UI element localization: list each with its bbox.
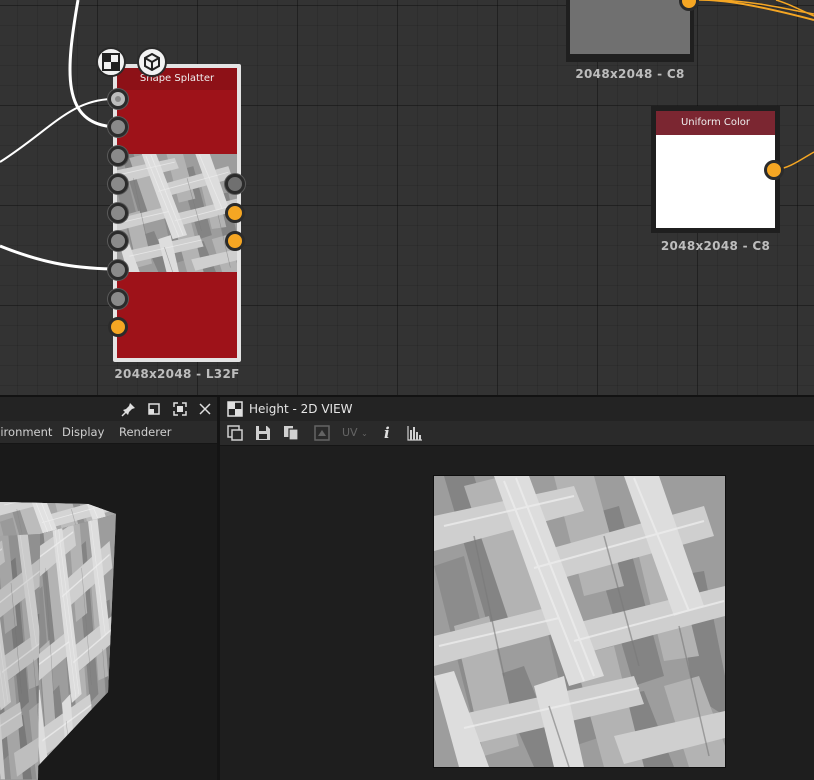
uv-label: UV bbox=[342, 426, 358, 439]
input-port[interactable] bbox=[108, 289, 128, 309]
maximize-icon[interactable] bbox=[172, 401, 188, 417]
2d-view-title: Height - 2D VIEW bbox=[249, 402, 353, 416]
wire-white bbox=[0, 244, 113, 271]
input-port[interactable] bbox=[108, 174, 128, 194]
3d-view-tabbar bbox=[0, 397, 217, 421]
checker-icon bbox=[227, 401, 243, 417]
input-port[interactable] bbox=[108, 89, 128, 109]
shape-splatter-body: Shape Splatter bbox=[117, 68, 237, 358]
gray-node[interactable] bbox=[566, 0, 694, 62]
cube-glyph bbox=[144, 53, 160, 71]
uv-dropdown[interactable]: UV ⌄ bbox=[342, 422, 368, 444]
3d-cube-preview bbox=[0, 502, 116, 780]
node-graph[interactable]: 2048x2048 - C8 Uniform Color 2048x2048 -… bbox=[0, 0, 814, 395]
chevron-down-icon: ⌄ bbox=[361, 429, 368, 438]
cube-icon[interactable] bbox=[137, 47, 167, 77]
input-port[interactable] bbox=[108, 231, 128, 251]
uniform-color-resolution: 2048x2048 - C8 bbox=[660, 239, 771, 253]
menu-environment[interactable]: Environment bbox=[0, 421, 52, 443]
gray-node-thumbnail bbox=[570, 0, 690, 54]
uniform-color-title: Uniform Color bbox=[656, 111, 775, 135]
close-icon[interactable] bbox=[197, 401, 213, 417]
output-port[interactable] bbox=[225, 203, 245, 223]
uniform-color-output-port[interactable] bbox=[764, 160, 784, 180]
info-icon[interactable]: i bbox=[384, 422, 390, 444]
wire-white bbox=[0, 98, 113, 163]
output-port[interactable] bbox=[225, 174, 245, 194]
uniform-color-node[interactable]: Uniform Color bbox=[651, 106, 780, 233]
menu-display[interactable]: Display bbox=[62, 421, 104, 443]
shape-splatter-title: Shape Splatter bbox=[117, 68, 237, 90]
fit-view-icon[interactable] bbox=[227, 425, 243, 441]
3d-view-menubar: Environment Display Renderer bbox=[0, 421, 217, 444]
gray-node-resolution: 2048x2048 - C8 bbox=[575, 67, 685, 81]
input-port[interactable] bbox=[108, 260, 128, 280]
shape-splatter-node[interactable]: Shape Splatter bbox=[113, 64, 241, 362]
tile-icon[interactable] bbox=[314, 425, 330, 441]
2d-view-toolbar: UV ⌄ i bbox=[220, 421, 814, 446]
input-port[interactable] bbox=[108, 146, 128, 166]
histogram-icon[interactable] bbox=[407, 425, 423, 441]
2d-view-panel: Height - 2D VIEW UV ⌄ i bbox=[220, 397, 814, 780]
input-port[interactable] bbox=[108, 203, 128, 223]
shape-splatter-resolution: 2048x2048 - L32F bbox=[114, 367, 240, 381]
checker-glyph bbox=[102, 53, 120, 71]
float-icon[interactable] bbox=[146, 401, 162, 417]
pin-icon[interactable] bbox=[121, 401, 137, 417]
input-port-color[interactable] bbox=[108, 317, 128, 337]
uniform-color-thumbnail bbox=[656, 135, 775, 228]
output-port[interactable] bbox=[225, 231, 245, 251]
checker-icon[interactable] bbox=[96, 47, 126, 77]
copy-icon[interactable] bbox=[283, 425, 299, 441]
save-icon[interactable] bbox=[255, 425, 271, 441]
2d-view-tabbar: Height - 2D VIEW bbox=[220, 397, 814, 421]
menu-renderer[interactable]: Renderer bbox=[119, 421, 172, 443]
input-port[interactable] bbox=[108, 117, 128, 137]
2d-viewport[interactable] bbox=[220, 446, 814, 780]
3d-view-panel: Environment Display Renderer bbox=[0, 397, 217, 780]
shape-splatter-thumbnail bbox=[117, 154, 237, 272]
3d-viewport[interactable] bbox=[0, 444, 217, 780]
height-map-preview bbox=[433, 475, 726, 768]
